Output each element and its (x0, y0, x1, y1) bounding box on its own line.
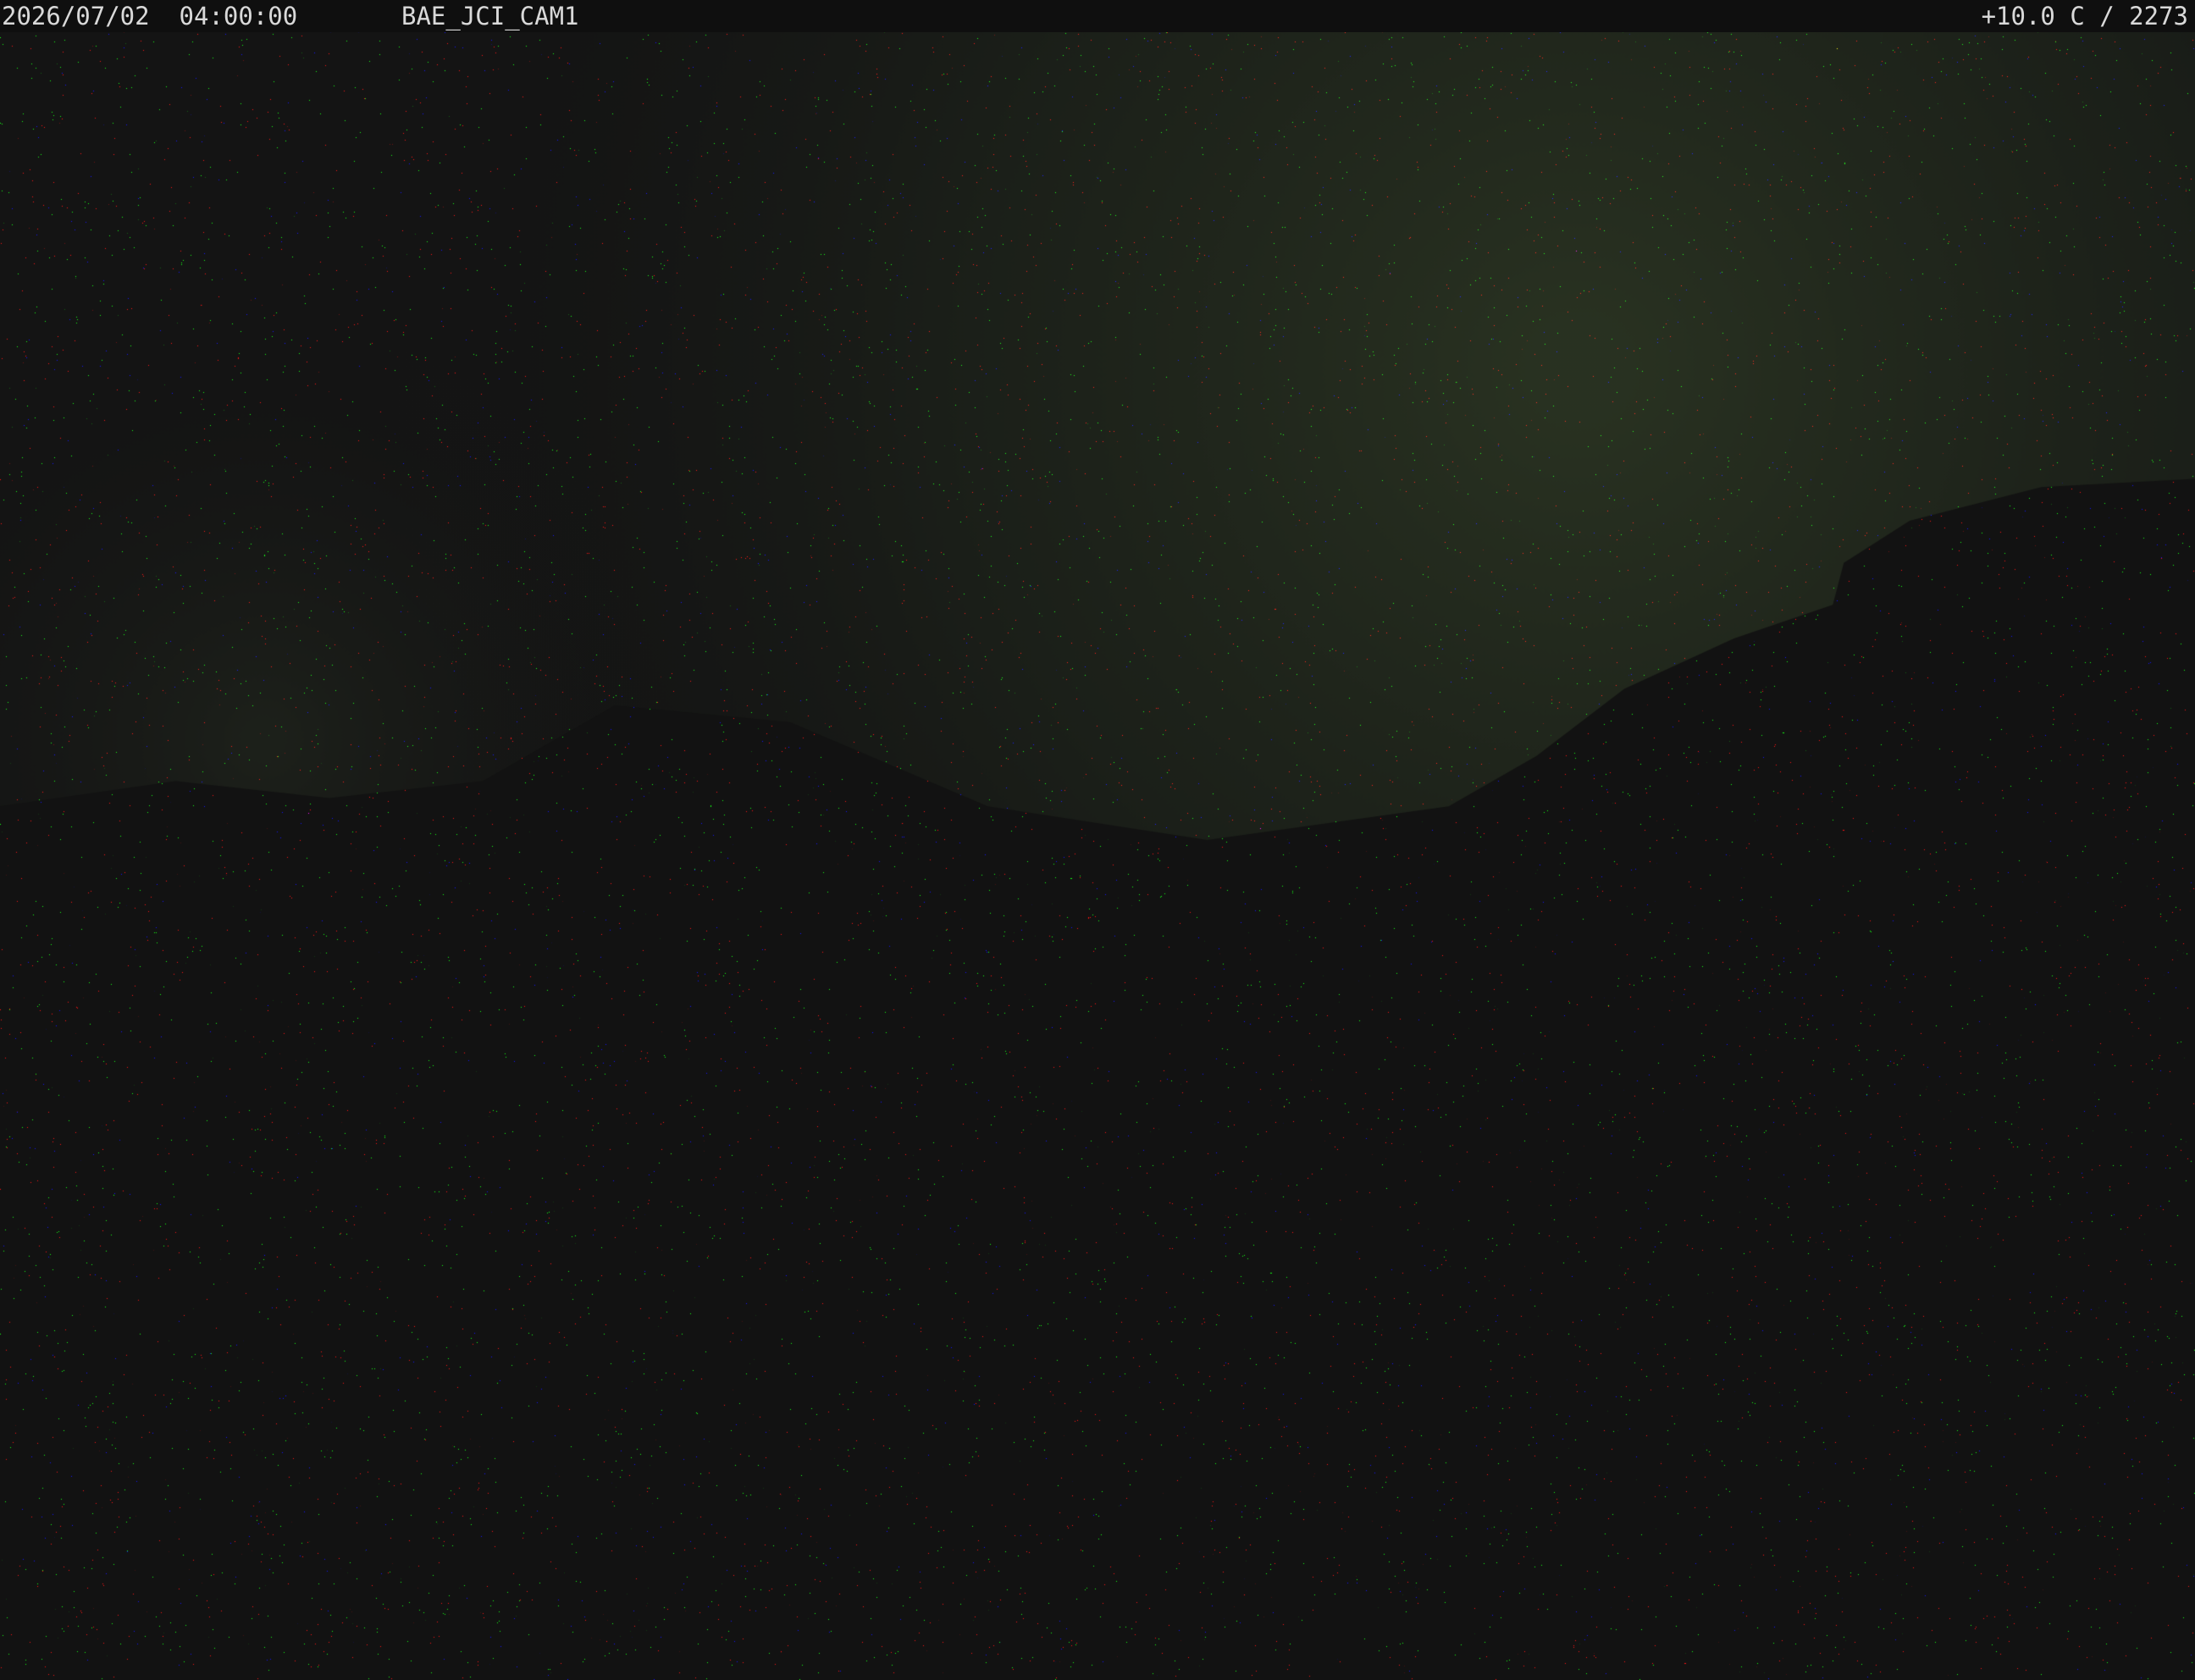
webcam-overlay-bar: 2026/07/02 04:00:00 BAE_JCI_CAM1 +10.0 C… (0, 0, 2195, 32)
temperature-elevation-label: +10.0 C / 2273 (1981, 2, 2188, 30)
webcam-frame: 2026/07/02 04:00:00 BAE_JCI_CAM1 +10.0 C… (0, 0, 2195, 1680)
camera-id-label: BAE_JCI_CAM1 (401, 2, 579, 30)
timestamp-label: 2026/07/02 04:00:00 (2, 2, 298, 30)
night-mountain-webcam-image (0, 0, 2195, 1680)
